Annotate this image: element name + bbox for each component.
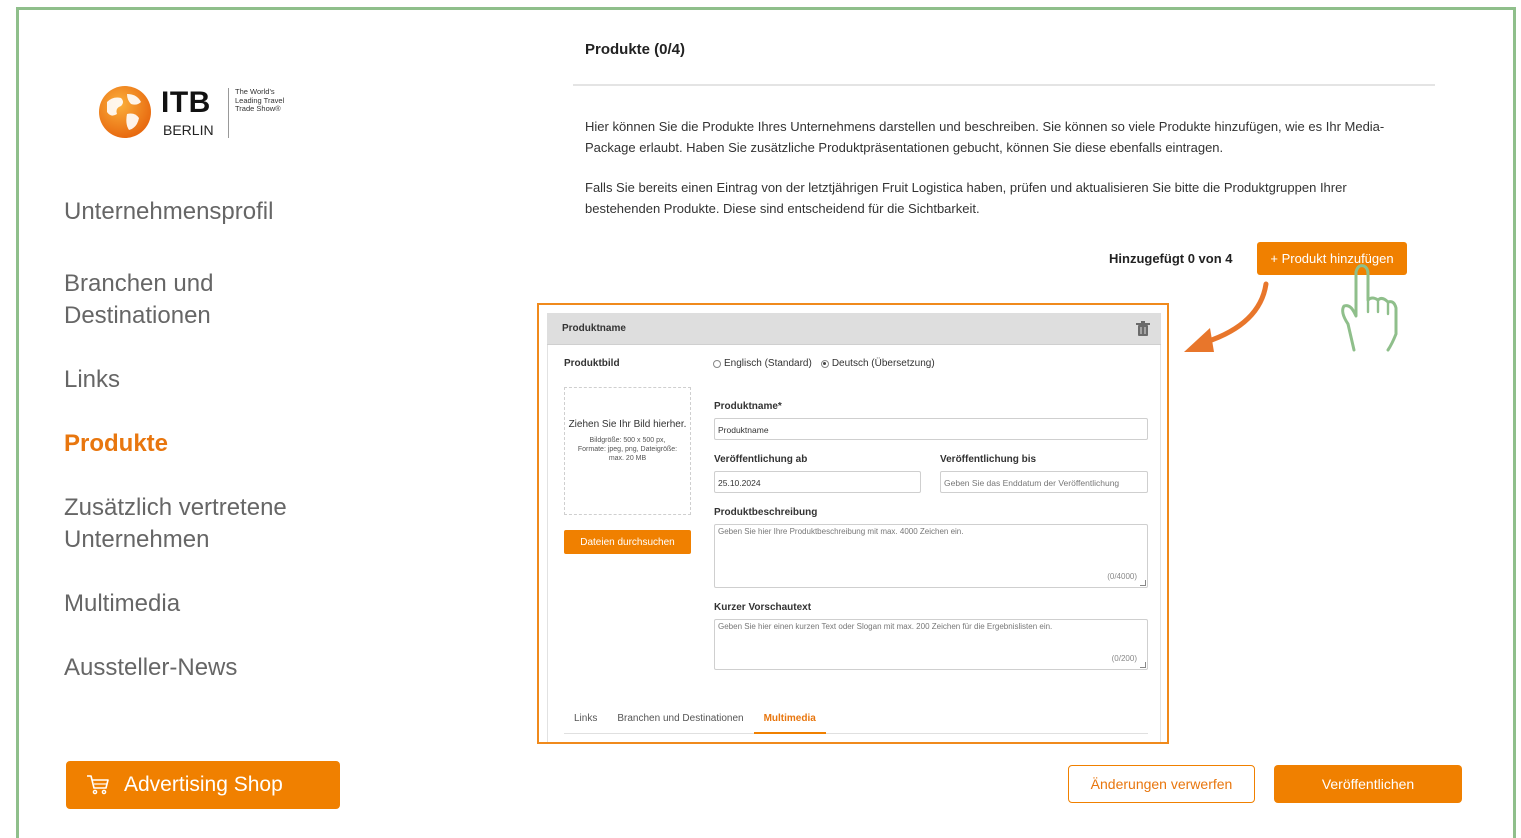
radio-german-label: Deutsch (Übersetzung) [831, 358, 935, 369]
hand-pointer-icon [1341, 264, 1398, 352]
sidebar-item-unternehmensprofil[interactable]: Unternehmensprofil [64, 196, 344, 228]
resize-handle-icon[interactable] [1140, 580, 1146, 586]
logo-divider [228, 88, 229, 138]
cart-icon [87, 775, 109, 795]
logo-name: ITB [161, 86, 211, 119]
trash-icon[interactable] [1136, 321, 1150, 337]
product-card-title: Produktname [562, 323, 626, 334]
description-textarea[interactable]: Geben Sie hier Ihre Produktbeschreibung … [714, 524, 1148, 588]
curved-arrow-icon [1184, 281, 1269, 352]
publish-from-input[interactable]: 25.10.2024 [714, 471, 921, 493]
sidebar-item-produkte[interactable]: Produkte [64, 428, 344, 460]
product-tabs: Links Branchen und Destinationen Multime… [564, 712, 1148, 734]
tab-branchen[interactable]: Branchen und Destinationen [607, 712, 753, 734]
tab-multimedia[interactable]: Multimedia [753, 712, 826, 734]
product-card: Produktname Produktbild Englisch (Standa… [537, 303, 1169, 744]
dropzone-title: Ziehen Sie Ihr Bild hierher. [568, 419, 687, 430]
info-paragraph: Falls Sie bereits einen Eintrag von der … [585, 180, 1347, 216]
tab-links[interactable]: Links [564, 712, 607, 734]
browse-files-button[interactable]: Dateien durchsuchen [564, 530, 691, 554]
publish-to-label: Veröffentlichung bis [940, 454, 1037, 465]
sidebar-item-aussteller-news[interactable]: Aussteller-News [64, 652, 344, 684]
title-divider [573, 84, 1435, 86]
radio-english[interactable] [713, 359, 721, 368]
publish-button[interactable]: Veröffentlichen [1274, 765, 1462, 803]
image-dropzone[interactable]: Ziehen Sie Ihr Bild hierher. Bildgröße: … [564, 387, 691, 515]
logo-tagline: The World's Leading Travel Trade Show® [235, 87, 285, 113]
short-text-textarea[interactable]: Geben Sie hier einen kurzen Text oder Sl… [714, 619, 1148, 670]
radio-german[interactable] [820, 359, 829, 368]
resize-handle-icon[interactable] [1140, 662, 1146, 668]
publish-to-input[interactable]: Geben Sie das Enddatum der Veröffentlich… [940, 471, 1148, 493]
description-counter: (0/4000) [1107, 572, 1137, 581]
page-title: Produkte (0/4) [585, 41, 686, 58]
sidebar-item-branchen[interactable]: Branchen und Destinationen [64, 268, 344, 332]
short-text-label: Kurzer Vorschautext [714, 602, 812, 613]
sidebar-item-zusaetzliche-unternehmen[interactable]: Zusätzlich vertretene Unternehmen [64, 492, 344, 556]
advertising-shop-button[interactable]: Advertising Shop [66, 761, 340, 809]
product-card-body: Produktbild Englisch (Standard) Deutsch … [547, 345, 1161, 742]
radio-english-label: Englisch (Standard) [724, 358, 812, 369]
product-card-header: Produktname [547, 313, 1161, 345]
short-text-counter: (0/200) [1111, 654, 1137, 663]
itb-berlin-logo: ITB BERLIN The World's Leading Travel Tr… [97, 80, 297, 144]
logo-city: BERLIN [163, 122, 214, 138]
intro-paragraph: Hier können Sie die Produkte Ihres Unter… [585, 119, 1385, 155]
product-name-label: Produktname* [714, 401, 782, 412]
dropzone-info: Bildgröße: 500 x 500 px, Formate: jpeg, … [577, 437, 678, 462]
product-image-label: Produktbild [564, 358, 620, 369]
short-text-placeholder: Geben Sie hier einen kurzen Text oder Sl… [718, 622, 1053, 631]
sidebar-item-multimedia[interactable]: Multimedia [64, 588, 344, 620]
globe-icon [99, 86, 151, 138]
publish-from-label: Veröffentlichung ab [714, 454, 808, 465]
language-selector: Englisch (Standard) Deutsch (Übersetzung… [713, 358, 935, 369]
sidebar-item-links[interactable]: Links [64, 364, 344, 396]
description-placeholder: Geben Sie hier Ihre Produktbeschreibung … [718, 527, 964, 536]
sidebar-nav: Unternehmensprofil Branchen und Destinat… [64, 196, 344, 684]
discard-changes-button[interactable]: Änderungen verwerfen [1068, 765, 1255, 803]
product-name-input[interactable]: Produktname [714, 418, 1148, 440]
added-counter: Hinzugefügt 0 von 4 [1109, 251, 1233, 266]
advertising-shop-label: Advertising Shop [124, 773, 283, 796]
description-label: Produktbeschreibung [714, 507, 818, 518]
